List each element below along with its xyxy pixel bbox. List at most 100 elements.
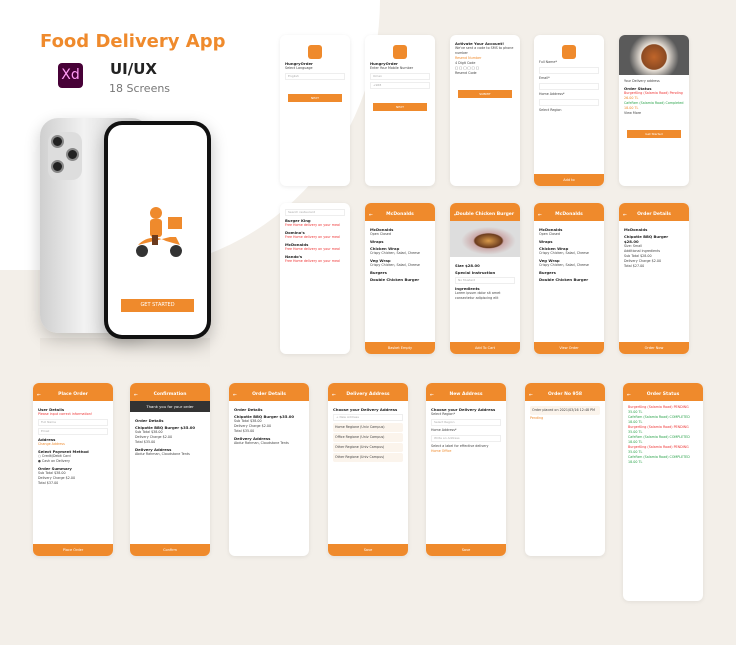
- screen-new-address: New AddressChoose your Delivery AddressS…: [426, 383, 506, 556]
- bottom-action-button[interactable]: Place Order: [33, 544, 113, 556]
- screen-header: Confirmation: [130, 383, 210, 401]
- text-line: Office Regione (Univ Campus): [333, 433, 403, 442]
- screen-body: Choose your Delivery Address Select Regio…: [426, 401, 506, 458]
- text-line: Crispy Chicken, Salad, Cheese: [370, 263, 420, 267]
- delivery-scooter-icon: [136, 207, 182, 257]
- input-field[interactable]: Search restaurant: [285, 209, 345, 216]
- bottom-action-button[interactable]: Add to: [534, 174, 604, 186]
- thank-you-banner: Thank you for your order: [130, 401, 210, 412]
- screen-header: Order Details: [619, 203, 689, 221]
- text-line: Wraps: [370, 239, 384, 244]
- text-line: Wraps: [539, 239, 553, 244]
- input-field[interactable]: Oman: [370, 73, 430, 80]
- bottom-action-button[interactable]: Save: [426, 544, 506, 556]
- text-line: Email*: [539, 76, 550, 80]
- burger-image: [450, 221, 520, 257]
- splash-screen: GET STARTED: [108, 125, 207, 335]
- text-line: Select Region: [539, 108, 562, 112]
- screen-header: McDonalds: [534, 203, 604, 221]
- input-field[interactable]: Select Region: [431, 419, 501, 426]
- bottom-action-button[interactable]: View Order: [534, 342, 604, 354]
- text-line: Size $28.00: [455, 263, 480, 268]
- text-line: Home Regione (Univ Campus): [333, 423, 403, 432]
- text-line: Abdur Rahman, Cloudstone Tents: [135, 452, 190, 456]
- screen-body: Activate Your Account! We've sent a code …: [450, 35, 520, 102]
- primary-button[interactable]: NEXT: [288, 94, 342, 102]
- input-field[interactable]: [539, 67, 599, 74]
- text-line: Select Language: [285, 66, 313, 70]
- text-line: Enter Your Mobile Number: [370, 66, 414, 70]
- text-line: Order Details: [135, 418, 164, 423]
- bottom-action-button[interactable]: Save: [328, 544, 408, 556]
- screen-header: McDonalds: [365, 203, 435, 221]
- text-line: Resend Code: [455, 71, 477, 75]
- screen-body: Full Name* Email* Home Address* Select Regi…: [534, 35, 604, 117]
- bottom-action-button[interactable]: Confirm: [130, 544, 210, 556]
- text-line: We've sent a code to SMS to phone number: [455, 46, 514, 55]
- text-line: Please input correct information!: [38, 412, 93, 416]
- screen-header: New Address: [426, 383, 506, 401]
- hero-subtitle: UI/UX: [110, 60, 157, 78]
- screen-header: Order Details: [229, 383, 309, 401]
- text-line: Order Details: [234, 407, 263, 412]
- text-line: Home Office: [431, 449, 452, 453]
- screen-body: Order Details Chipotle BBQ Burger $35.00 S…: [229, 401, 309, 450]
- text-line: Burgers: [370, 270, 387, 275]
- input-field[interactable]: English: [285, 73, 345, 80]
- screen-activate-account: Activate Your Account! We've sent a code …: [450, 35, 520, 186]
- text-line: 18.00 TL: [628, 460, 643, 464]
- input-field[interactable]: + New Address: [333, 414, 403, 421]
- text-line: Other Regione (Univ Campus): [333, 453, 403, 462]
- screen-header: Double Chicken Burger: [450, 203, 520, 221]
- food-image: [619, 35, 689, 75]
- text-line: Full Name*: [539, 60, 558, 64]
- bottom-action-button[interactable]: Order Now: [619, 342, 689, 354]
- primary-button[interactable]: NEXT: [373, 103, 427, 111]
- screen-restaurants: Search restaurant Burger King Free Home de…: [280, 203, 350, 354]
- screen-body: McDonalds Open Closed Wraps Chicken Wrap Cri…: [534, 221, 604, 286]
- screen-track-orders: Your Delivery address Order Status BurgerK…: [619, 35, 689, 186]
- text-line: Burgers: [539, 270, 556, 275]
- input-field[interactable]: [539, 83, 599, 90]
- text-line: Abdur Rahman, Cloudstone Tents: [234, 441, 289, 445]
- screen-select-language: HungryOrder Select Language English NEXT: [280, 35, 350, 186]
- hero-title: Food Delivery App: [40, 31, 226, 52]
- bottom-action-button[interactable]: Basket Empty: [365, 342, 435, 354]
- text-line: Crispy Chicken, Salad, Cheese: [539, 263, 589, 267]
- input-field[interactable]: +968: [370, 82, 430, 89]
- input-field[interactable]: No Mustard: [455, 277, 515, 284]
- screen-body: User Details Please input correct informa…: [33, 401, 113, 490]
- screen-confirmation: ConfirmationThank you for your order Orde…: [130, 383, 210, 556]
- text-line: Order placed on 2021/03/16 12:48 PM: [530, 406, 600, 415]
- screen-menu: McDonaldsMcDonaldsOpen ClosedWrapsChicke…: [365, 203, 435, 354]
- screen-register: Full Name* Email* Home Address* Select Regi…: [534, 35, 604, 186]
- text-line: Your Delivery address: [624, 79, 660, 83]
- text-line: Open Closed: [539, 232, 560, 236]
- app-logo-icon: [308, 45, 322, 59]
- screen-order-placed: Order No 958Order placed on 2021/03/16 1…: [525, 383, 605, 556]
- get-started-button[interactable]: GET STARTED: [121, 299, 194, 312]
- app-logo-icon: [393, 45, 407, 59]
- screen-header: Order Status: [623, 383, 703, 401]
- text-line: Home Address*: [539, 92, 565, 96]
- screen-body: McDonalds Chipotle BBQ Burger $28.00 Size:…: [619, 221, 689, 273]
- xd-logo-icon: Xd: [58, 63, 83, 88]
- primary-button[interactable]: Get Started: [627, 130, 681, 138]
- text-line: Other Regione (Univ Campus): [333, 443, 403, 452]
- text-line: Crispy Chicken, Salad, Cheese: [539, 251, 589, 255]
- input-field[interactable]: Write an Address: [431, 435, 501, 442]
- input-field[interactable]: Full Name: [38, 419, 108, 426]
- text-line: McDonalds: [624, 227, 648, 232]
- app-logo-icon: [562, 45, 576, 59]
- text-line: Free Home delivery on your meal: [285, 235, 340, 239]
- input-field[interactable]: Email: [38, 428, 108, 435]
- text-line: Pending: [530, 416, 544, 420]
- input-field[interactable]: [539, 99, 599, 106]
- phone-reflection: [40, 338, 210, 368]
- screen-body: Your Delivery address Order Status BurgerK…: [619, 75, 689, 142]
- screen-header: Place Order: [33, 383, 113, 401]
- text-line: Open Closed: [370, 232, 391, 236]
- primary-button[interactable]: SUBMIT: [458, 90, 512, 98]
- bottom-action-button[interactable]: Add To Cart: [450, 342, 520, 354]
- screen-menu-basket: McDonaldsMcDonaldsOpen ClosedWrapsChicke…: [534, 203, 604, 354]
